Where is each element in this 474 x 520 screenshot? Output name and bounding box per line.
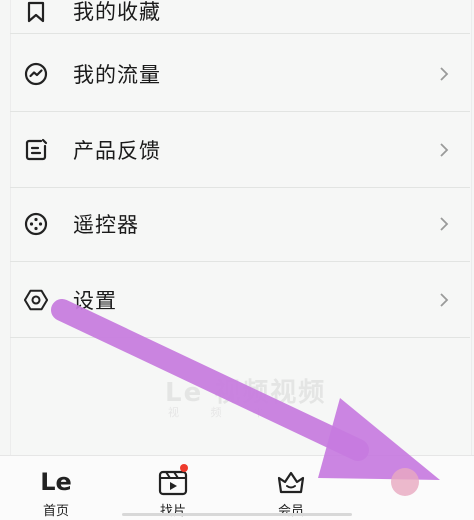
- trend-icon: [24, 62, 48, 86]
- le-logo-icon: Le: [40, 468, 72, 496]
- menu-item-favorites[interactable]: 我的收藏: [10, 0, 470, 34]
- menu-item-label: 产品反馈: [73, 139, 161, 163]
- chevron-right-icon: [440, 67, 449, 81]
- menu-item-remote[interactable]: 遥控器: [10, 186, 470, 262]
- crown-icon: [277, 471, 305, 494]
- chevron-right-icon: [440, 217, 449, 231]
- divider: [10, 33, 470, 34]
- tab-label: 首页: [42, 504, 69, 519]
- tab-home[interactable]: Le 首页: [21, 456, 91, 520]
- chevron-right-icon: [440, 143, 449, 157]
- notification-badge: [180, 464, 188, 472]
- tab-find[interactable]: 找片: [138, 456, 208, 520]
- tab-label: 找片: [159, 504, 186, 519]
- menu-item-traffic[interactable]: 我的流量: [10, 36, 470, 112]
- menu-item-label: 我的流量: [73, 63, 161, 87]
- gear-icon: [24, 288, 48, 312]
- feedback-icon: [24, 138, 48, 162]
- tab-vip[interactable]: 会员: [256, 456, 326, 520]
- remote-icon: [24, 212, 48, 236]
- menu-item-label: 设置: [73, 289, 117, 313]
- watermark-subtext: 视 频 平: [168, 406, 278, 419]
- chevron-right-icon: [440, 293, 449, 307]
- home-indicator: [122, 513, 352, 516]
- bottom-tab-bar: Le 首页 找片 会员: [0, 455, 474, 520]
- menu-item-label: 我的收藏: [73, 0, 161, 24]
- menu-item-settings[interactable]: 设置: [10, 262, 470, 338]
- menu-item-feedback[interactable]: 产品反馈: [10, 112, 470, 188]
- divider: [10, 337, 470, 338]
- star-icon: [24, 0, 48, 24]
- menu-item-label: 遥控器: [73, 213, 139, 237]
- tab-label: 会员: [277, 504, 304, 519]
